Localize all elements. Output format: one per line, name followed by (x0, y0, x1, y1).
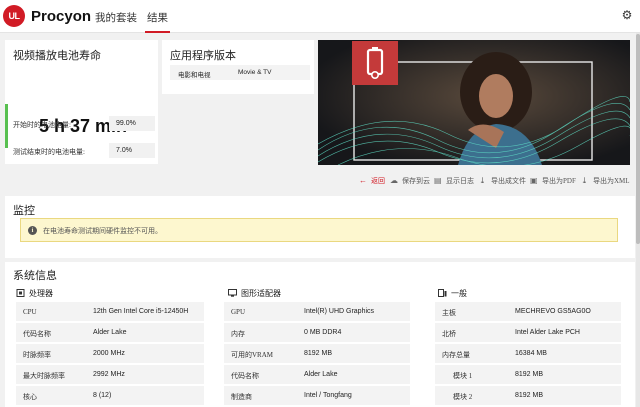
export-xml-button[interactable]: ⤓ 导出为XML (581, 176, 630, 186)
export-file-button[interactable]: ⤓ 导出成文件 (479, 176, 526, 186)
log-icon: ▤ (434, 176, 442, 185)
table-row: 制造商 Intel / Tongfang (224, 386, 410, 405)
save-cloud-button[interactable]: ☁ 保存到云 (390, 176, 430, 186)
battery-start-label: 开始时的电池电量: (13, 121, 71, 129)
monitoring-alert: i 在电池寿命测试期间硬件监控不可用。 (20, 218, 618, 242)
system-info-title: 系统信息 (13, 270, 57, 282)
hero-image (318, 40, 630, 165)
table-row: 代码名称 Alder Lake (16, 323, 204, 342)
download-icon: ⤓ (479, 176, 486, 185)
table-row: 模块 1 8192 MB (435, 365, 621, 384)
battery-end-row: 测试结束时的电池电量: 7.0% (13, 143, 158, 159)
battery-end-label: 测试结束时的电池电量: (13, 148, 85, 156)
table-row: CPU 12th Gen Intel Core i5-12450H (16, 302, 204, 321)
app-version-row: 电影和电视 Movie & TV (170, 65, 310, 80)
graphics-heading: 图形适配器 (228, 288, 281, 299)
battery-end-value: 7.0% (109, 143, 155, 158)
table-row: 最大时脉频率 2992 MHz (16, 365, 204, 384)
gear-icon[interactable]: ⚙ (620, 8, 634, 22)
save-icon: ▣ (530, 176, 538, 185)
battery-life-card: 视频播放电池寿命 5 h 37 min 开始时的电池电量: 99.0% 测试结束… (5, 40, 158, 164)
export-pdf-button[interactable]: ▣ 导出为PDF (530, 176, 576, 186)
top-header: UL Procyon 我的套装 结果 ⚙ (0, 0, 640, 33)
app-version-card: 应用程序版本 电影和电视 Movie & TV (162, 40, 314, 94)
battery-life-title: 视频播放电池寿命 (13, 50, 101, 62)
show-log-button[interactable]: ▤ 显示日志 (434, 176, 474, 186)
table-row: 主板 MECHREVO GS5AG0O (435, 302, 621, 321)
battery-start-row: 开始时的电池电量: 99.0% (13, 116, 158, 132)
table-row: 可用的VRAM 8192 MB (224, 344, 410, 363)
table-row: 内存总量 16384 MB (435, 344, 621, 363)
app-version-label: 电影和电视 (178, 72, 211, 79)
table-row: 内存 0 MB DDR4 (224, 323, 410, 342)
back-button[interactable]: ← 返回 (359, 176, 385, 186)
processor-heading: 处理器 (16, 288, 53, 299)
table-row: 时脉频率 2000 MHz (16, 344, 204, 363)
monitoring-title: 监控 (13, 205, 35, 217)
app-title: Procyon (31, 8, 92, 25)
back-arrow-icon: ← (359, 176, 367, 185)
download-icon: ⤓ (581, 176, 588, 185)
general-heading: 一般 (438, 288, 467, 299)
nav-my-suites[interactable]: 我的套装 (95, 10, 137, 25)
table-row: GPU Intel(R) UHD Graphics (224, 302, 410, 321)
info-icon: i (28, 226, 37, 235)
scrollbar-thumb[interactable] (636, 34, 640, 244)
table-row: 核心 8 (12) (16, 386, 204, 405)
nav-results[interactable]: 结果 (145, 10, 170, 33)
app-version-value: Movie & TV (238, 69, 272, 76)
table-row: 模块 2 8192 MB (435, 386, 621, 405)
monitoring-card: 监控 i 在电池寿命测试期间硬件监控不可用。 (5, 196, 635, 258)
cpu-icon (16, 289, 25, 297)
cloud-icon: ☁ (390, 176, 398, 185)
computer-icon (438, 289, 447, 297)
table-row: 代码名称 Alder Lake (224, 365, 410, 384)
monitor-icon (228, 289, 237, 297)
alert-message: 在电池寿命测试期间硬件监控不可用。 (43, 227, 162, 235)
battery-badge-icon (352, 41, 398, 85)
table-row: 北桥 Intel Alder Lake PCH (435, 323, 621, 342)
battery-start-value: 99.0% (109, 116, 155, 131)
ul-logo: UL (3, 5, 25, 27)
app-version-title: 应用程序版本 (170, 50, 236, 62)
system-info-card: 系统信息 处理器 CPU 12th Gen Intel Core i5-12450… (5, 262, 635, 407)
